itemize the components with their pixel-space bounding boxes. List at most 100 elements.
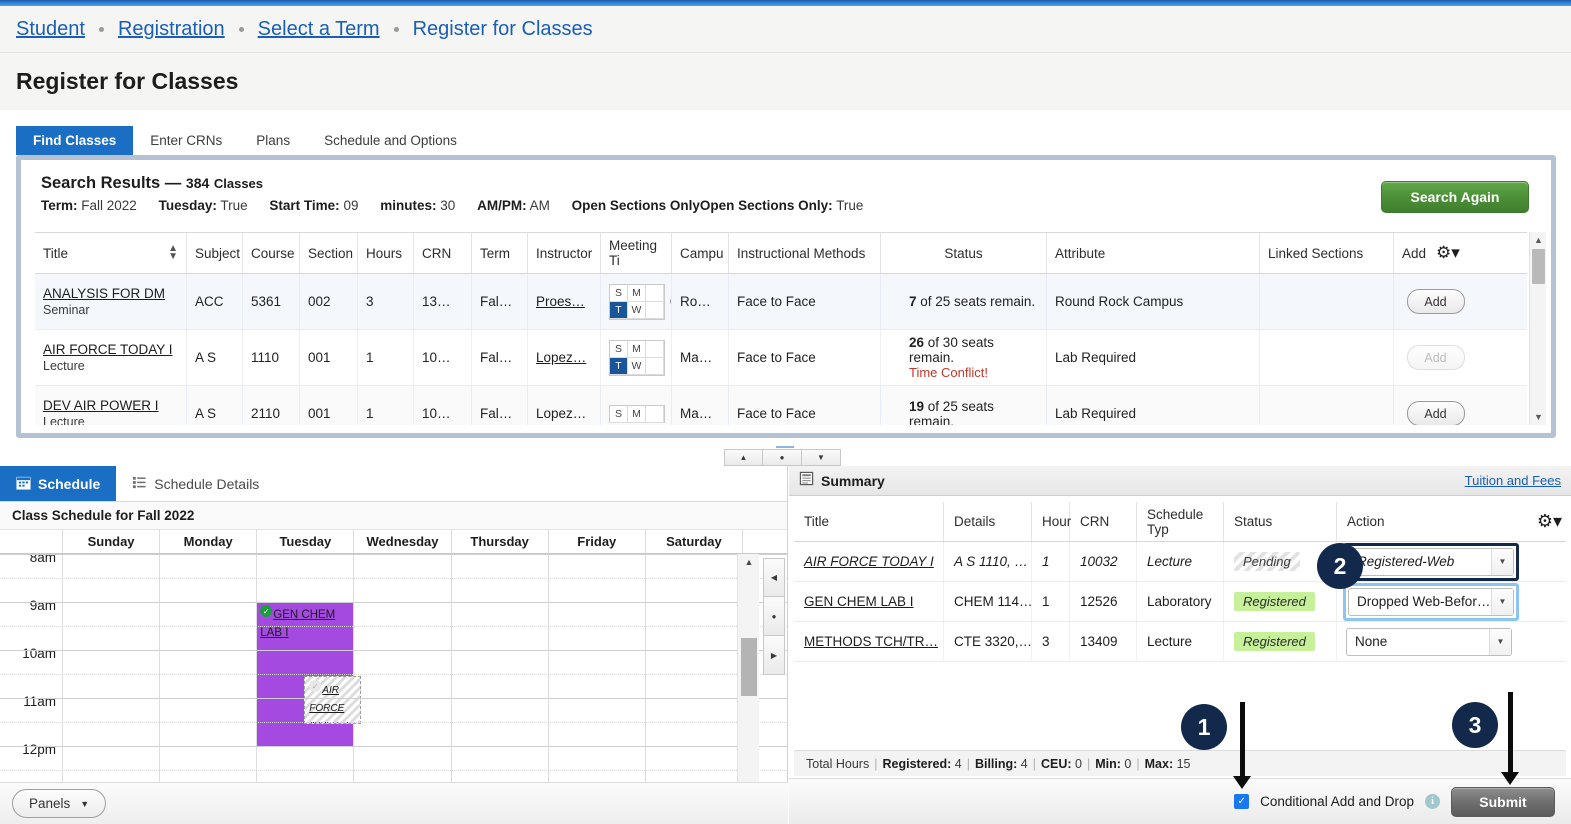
chevron-down-icon[interactable]: ▼ (1489, 628, 1511, 655)
column-header-status[interactable]: Status (881, 233, 1047, 273)
column-header-instructional-methods[interactable]: Instructional Methods (729, 233, 881, 273)
calendar-column-saturday[interactable] (646, 554, 743, 803)
splitter-expand-down-button[interactable]: ▼ (802, 449, 841, 466)
day-cell-blank (646, 405, 664, 423)
calendar-column-monday[interactable] (160, 554, 258, 803)
chevron-down-icon[interactable]: ▼ (1491, 588, 1513, 615)
summary-column-schedule-type[interactable]: Schedule Typ (1137, 502, 1224, 541)
breadcrumb-item-student[interactable]: Student (16, 18, 85, 41)
calendar-event-title[interactable]: GEN CHEM LAB I (260, 609, 335, 639)
calendar-column-sunday[interactable] (63, 554, 161, 803)
column-header-hours[interactable]: Hours (358, 233, 414, 273)
schedule-panel: Schedule Schedule Details Class Schedule… (0, 466, 788, 824)
splitter-expand-right-button[interactable]: ▶ (763, 636, 785, 675)
calendar-corner (0, 530, 63, 553)
summary-column-status[interactable]: Status (1224, 502, 1337, 541)
tab-schedule-details[interactable]: Schedule Details (116, 466, 275, 501)
sort-icon[interactable]: ▲ ▼ (168, 244, 178, 262)
cell-section: 001 (300, 386, 358, 425)
day-cell-tuesday: T (610, 357, 628, 375)
column-header-attribute[interactable]: Attribute (1047, 233, 1260, 273)
tab-schedule-and-options[interactable]: Schedule and Options (307, 126, 474, 155)
summary-cell-crn: 10032 (1070, 542, 1137, 581)
chevron-down-icon[interactable]: ▼ (1491, 548, 1513, 575)
info-icon[interactable]: i (1425, 794, 1440, 809)
summary-column-hours[interactable]: Hour (1032, 502, 1071, 541)
column-header-add[interactable]: Add ⚙▾ (1394, 233, 1477, 273)
panel-splitter-horizontal[interactable]: ▲ ● ▼ (724, 446, 843, 466)
splitter-reset-button[interactable]: ● (763, 449, 802, 466)
submit-button[interactable]: Submit (1451, 786, 1555, 817)
summary-row[interactable]: AIR FORCE TODAY I A S 1110, … 1 10032 Le… (794, 542, 1566, 582)
splitter-reset-button[interactable]: ● (763, 597, 785, 636)
callout-arrow-3 (1501, 692, 1519, 785)
instructor-link[interactable]: Proes… (536, 294, 585, 309)
calendar-column-tuesday[interactable]: ✓GEN CHEM LAB I ✓AIR FORCE TODAY I (257, 554, 362, 803)
day-cell-tuesday: T (610, 301, 628, 319)
column-header-term[interactable]: Term (472, 233, 528, 273)
scroll-up-icon[interactable]: ▲ (1530, 232, 1547, 248)
column-header-course[interactable]: Course (243, 233, 300, 273)
summary-settings-gear-icon[interactable]: ⚙▾ (1537, 511, 1562, 532)
splitter-expand-left-button[interactable]: ◀ (763, 558, 785, 597)
column-header-section[interactable]: Section (300, 233, 358, 273)
summary-title: Summary (821, 472, 885, 489)
table-row[interactable]: DEV AIR POWER I Lecture A S 2110 001 1 1… (35, 386, 1527, 425)
column-header-meeting-times[interactable]: Meeting Ti (601, 233, 672, 273)
summary-row[interactable]: METHODS TCH/TR… CTE 3320,… 3 13409 Lectu… (794, 622, 1566, 662)
column-header-instructor[interactable]: Instructor (528, 233, 601, 273)
column-header-crn[interactable]: CRN (414, 233, 472, 273)
summary-course-title-link[interactable]: GEN CHEM LAB I (804, 594, 914, 609)
breadcrumb-item-registration[interactable]: Registration (118, 18, 225, 41)
scrollbar-thumb[interactable] (1532, 249, 1545, 284)
cell-course: 1110 (243, 330, 300, 385)
column-header-title[interactable]: Title ▲ ▼ (35, 233, 187, 273)
splitter-expand-up-button[interactable]: ▲ (724, 449, 763, 466)
course-title-link[interactable]: DEV AIR POWER I (43, 398, 159, 413)
breadcrumb-item-select-a-term[interactable]: Select a Term (258, 18, 380, 41)
summary-course-title-link[interactable]: AIR FORCE TODAY I (804, 554, 934, 569)
tab-find-classes[interactable]: Find Classes (16, 126, 134, 155)
add-course-button[interactable]: Add (1406, 289, 1465, 314)
summary-row[interactable]: GEN CHEM LAB I CHEM 114… 1 12526 Laborat… (794, 582, 1566, 622)
calendar-vertical-scrollbar[interactable]: ▲ ▼ (737, 554, 759, 803)
day-cell-monday: M (628, 284, 646, 302)
tab-enter-crns[interactable]: Enter CRNs (133, 126, 239, 155)
calendar-column-thursday[interactable] (452, 554, 549, 803)
calendar-column-wednesday[interactable] (354, 554, 452, 803)
action-dropdown-row-1[interactable]: Registered-Web ▼ (1348, 547, 1514, 576)
search-again-button[interactable]: Search Again (1381, 181, 1529, 213)
action-dropdown-row-2[interactable]: Dropped Web-Befor… ▼ (1348, 587, 1514, 616)
column-header-campus[interactable]: Campu (672, 233, 729, 273)
time-label-12pm: 12pm (22, 742, 56, 757)
column-header-linked-sections[interactable]: Linked Sections (1260, 233, 1394, 273)
summary-column-crn[interactable]: CRN (1070, 502, 1137, 541)
add-course-button[interactable]: Add (1406, 401, 1465, 425)
conditional-add-and-drop-checkbox[interactable]: ✓ (1234, 794, 1250, 809)
course-title-link[interactable]: AIR FORCE TODAY I (43, 342, 173, 357)
column-header-subject[interactable]: Subject (187, 233, 243, 273)
panels-button[interactable]: Panels ▼ (12, 789, 107, 818)
summary-column-action[interactable]: Action ⚙▾ (1337, 502, 1566, 541)
summary-course-title-link[interactable]: METHODS TCH/TR… (804, 634, 938, 649)
instructor-link[interactable]: Lopez… (536, 350, 586, 365)
action-dropdown-row-3[interactable]: None ▼ (1346, 627, 1512, 656)
results-vertical-scrollbar[interactable]: ▲ ▼ (1529, 232, 1546, 425)
scroll-up-icon[interactable]: ▲ (738, 554, 760, 570)
summary-header: Summary Tuition and Fees (789, 466, 1571, 496)
course-title-link[interactable]: ANALYSIS FOR DM (43, 286, 165, 301)
table-row[interactable]: ANALYSIS FOR DM Seminar ACC 5361 002 3 1… (35, 274, 1527, 330)
scrollbar-thumb[interactable] (741, 638, 757, 696)
tab-plans[interactable]: Plans (239, 126, 307, 155)
calendar-event-air-force-today[interactable]: ✓AIR FORCE TODAY I (304, 676, 362, 724)
tab-schedule[interactable]: Schedule (0, 466, 117, 501)
cell-term: Fal… (472, 386, 528, 425)
scroll-down-icon[interactable]: ▼ (1530, 409, 1547, 425)
table-settings-gear-icon[interactable]: ⚙▾ (1436, 243, 1460, 263)
table-row[interactable]: AIR FORCE TODAY I Lecture A S 1110 001 1… (35, 330, 1527, 386)
summary-column-title[interactable]: Title (794, 502, 944, 541)
calendar-column-friday[interactable] (549, 554, 646, 803)
panel-splitter-vertical[interactable]: ◀ ● ▶ (763, 558, 785, 677)
summary-column-details[interactable]: Details (944, 502, 1032, 541)
tuition-and-fees-link[interactable]: Tuition and Fees (1465, 473, 1561, 488)
